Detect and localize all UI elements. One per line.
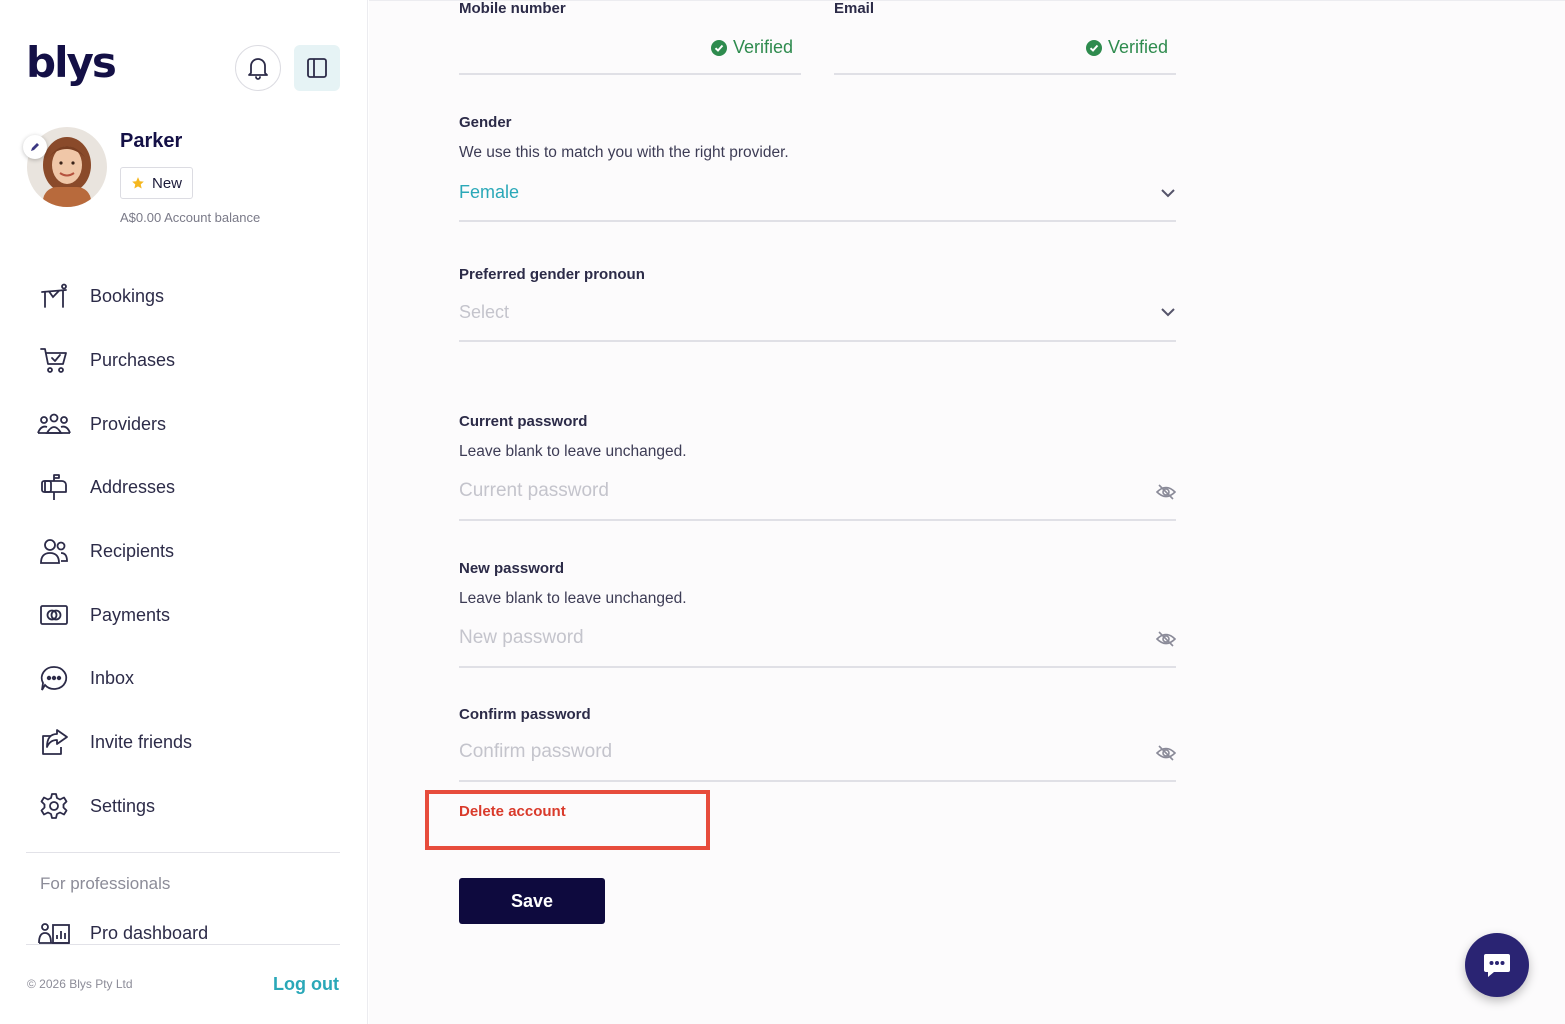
- current-password-helper: Leave blank to leave unchanged.: [459, 443, 687, 460]
- current-password-field[interactable]: [459, 519, 1176, 521]
- delete-account-link[interactable]: Delete account: [459, 803, 566, 820]
- divider: [26, 944, 340, 945]
- mobile-field[interactable]: [459, 73, 801, 75]
- tier-badge: New: [120, 167, 194, 199]
- sidebar-item-payments[interactable]: Payments: [36, 595, 336, 635]
- sidebar-item-addresses[interactable]: Addresses: [36, 467, 336, 507]
- mailbox-icon: [36, 469, 72, 505]
- star-icon: [132, 177, 144, 189]
- recipients-icon: [36, 533, 72, 569]
- cart-icon: [36, 342, 72, 378]
- chevron-down-icon[interactable]: [1158, 183, 1178, 203]
- sidebar-item-label: Bookings: [90, 285, 165, 306]
- edit-avatar-button[interactable]: [23, 135, 47, 159]
- new-password-label: New password: [459, 560, 565, 577]
- current-password-input[interactable]: Current password: [459, 480, 609, 502]
- confirm-password-input[interactable]: Confirm password: [459, 741, 612, 763]
- sidebar-item-label: Recipients: [90, 540, 175, 561]
- email-verified-status: Verified: [1086, 37, 1168, 58]
- sidebar-item-label: Invite friends: [90, 731, 193, 752]
- sidebar-toggle-button[interactable]: [294, 45, 340, 91]
- email-field[interactable]: [834, 73, 1176, 75]
- logout-link[interactable]: Log out: [273, 974, 339, 995]
- massage-table-icon: [36, 278, 72, 314]
- check-circle-icon: [711, 39, 727, 56]
- pro-dashboard-icon: [36, 915, 72, 951]
- sidebar-toggle-icon: [307, 58, 327, 78]
- sidebar-item-label: Inbox: [90, 667, 135, 688]
- account-balance: A$0.00 Account balance: [120, 210, 261, 225]
- chevron-down-icon[interactable]: [1158, 302, 1178, 322]
- sidebar-item-pro-dashboard[interactable]: Pro dashboard: [36, 913, 336, 953]
- new-password-input[interactable]: New password: [459, 627, 584, 649]
- tier-label: New: [152, 174, 183, 192]
- bell-icon: [248, 58, 268, 80]
- gender-select-value[interactable]: Female: [459, 182, 519, 203]
- sidebar-item-inbox[interactable]: Inbox: [36, 658, 336, 698]
- sidebar: blys Parker New A$0.00 Account balance B…: [0, 0, 368, 1024]
- current-password-label: Current password: [459, 413, 588, 430]
- chat-bubble-icon: [36, 660, 72, 696]
- sidebar-item-label: Settings: [90, 795, 156, 816]
- new-password-field[interactable]: [459, 666, 1176, 668]
- sidebar-item-invite-friends[interactable]: Invite friends: [36, 722, 336, 762]
- blys-logo[interactable]: blys: [26, 42, 117, 84]
- sidebar-item-providers[interactable]: Providers: [36, 404, 336, 444]
- eye-off-icon[interactable]: [1156, 629, 1176, 649]
- gender-helper: We use this to match you with the right …: [459, 144, 789, 161]
- confirm-password-label: Confirm password: [459, 706, 591, 723]
- share-icon: [36, 724, 72, 760]
- sidebar-item-label: Payments: [90, 604, 171, 625]
- divider: [26, 852, 340, 853]
- section-label-professionals: For professionals: [40, 874, 171, 893]
- pronoun-select[interactable]: [459, 340, 1176, 342]
- gender-select[interactable]: [459, 220, 1176, 222]
- chat-icon: [1484, 954, 1510, 977]
- sidebar-item-label: Purchases: [90, 349, 176, 370]
- eye-off-icon[interactable]: [1156, 482, 1176, 502]
- copyright: © 2026 Blys Pty Ltd: [27, 977, 133, 991]
- new-password-helper: Leave blank to leave unchanged.: [459, 590, 687, 607]
- mobile-label: Mobile number: [459, 0, 566, 17]
- mobile-verified-status: Verified: [711, 37, 793, 58]
- sidebar-item-recipients[interactable]: Recipients: [36, 531, 336, 571]
- pronoun-select-placeholder[interactable]: Select: [459, 302, 509, 323]
- gear-icon: [36, 788, 72, 824]
- sidebar-item-bookings[interactable]: Bookings: [36, 276, 336, 316]
- highlight-annotation: [425, 790, 710, 850]
- email-label: Email: [834, 0, 875, 17]
- sidebar-item-label: Providers: [90, 413, 167, 434]
- confirm-password-field[interactable]: [459, 780, 1176, 782]
- pronoun-label: Preferred gender pronoun: [459, 266, 645, 283]
- sidebar-item-purchases[interactable]: Purchases: [36, 340, 336, 380]
- sidebar-item-label: Addresses: [90, 476, 176, 497]
- chat-support-button[interactable]: [1465, 933, 1529, 997]
- eye-off-icon[interactable]: [1156, 743, 1176, 763]
- payment-card-icon: [36, 597, 72, 633]
- gender-label: Gender: [459, 114, 512, 131]
- check-circle-icon: [1086, 39, 1102, 56]
- save-button[interactable]: Save: [459, 878, 605, 924]
- notifications-button[interactable]: [235, 45, 281, 91]
- user-name: Parker: [120, 130, 183, 152]
- sidebar-item-label: Pro dashboard: [90, 922, 209, 943]
- group-icon: [36, 406, 72, 442]
- pencil-icon: [31, 143, 39, 151]
- sidebar-item-settings[interactable]: Settings: [36, 786, 336, 826]
